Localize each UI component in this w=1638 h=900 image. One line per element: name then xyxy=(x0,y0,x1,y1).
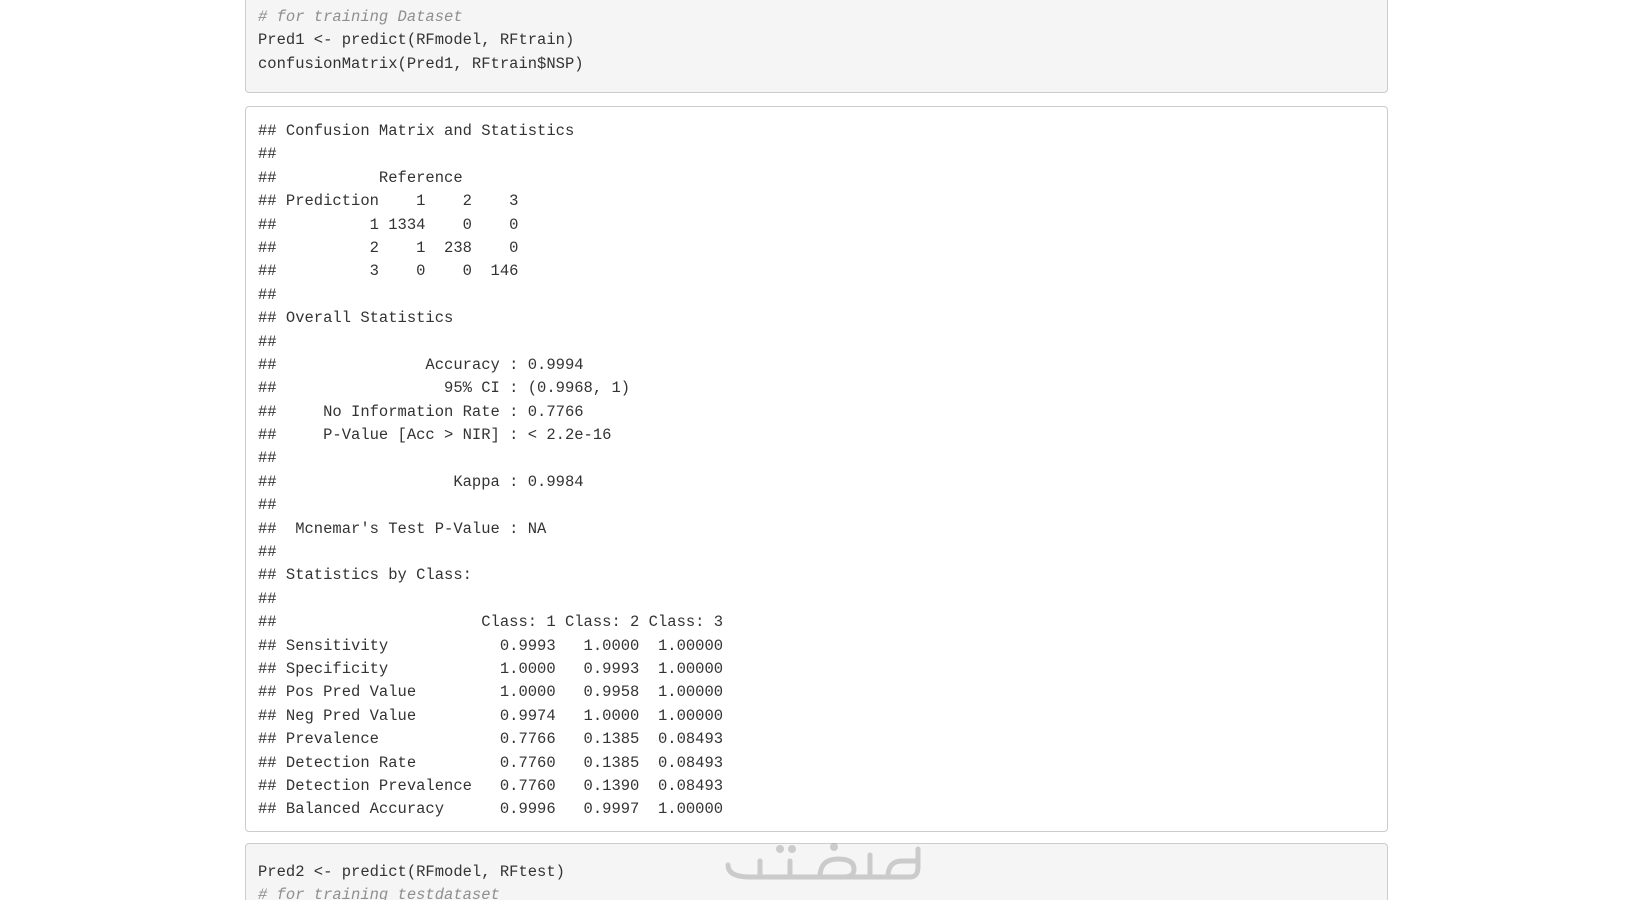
output-line: ## xyxy=(258,332,677,351)
output-line: ## xyxy=(258,285,286,304)
code-line: confusionMatrix(Pred1, RFtrain$NSP) xyxy=(258,54,584,73)
output-line: ## xyxy=(258,589,286,608)
output-line: ## Detection Prevalence 0.7760 0.1390 0.… xyxy=(258,776,724,795)
output-line: ## Confusion Matrix and Statistics xyxy=(258,122,575,140)
output-line: ## Sensitivity 0.9993 1.0000 1.00000 xyxy=(258,636,724,655)
output-line: ## Mcnemar's Test P-Value : NA xyxy=(258,519,677,538)
output-line: ## xyxy=(258,145,286,164)
output-block-confusion-matrix: ## Confusion Matrix and Statistics ## ## … xyxy=(245,106,1388,832)
output-line: ## 2 1 238 0 xyxy=(258,238,519,257)
code-block-predict-train: # for training Dataset Pred1 <- predict(… xyxy=(245,0,1388,93)
code-comment: # for training testdataset xyxy=(258,886,500,900)
output-line: ## xyxy=(258,496,677,515)
output-line: ## Balanced Accuracy 0.9996 0.9997 1.000… xyxy=(258,800,724,819)
output-line: ## Detection Rate 0.7760 0.1385 0.08493 xyxy=(258,753,724,772)
output-line: ## Prediction 1 2 3 xyxy=(258,192,519,211)
output-line: ## Neg Pred Value 0.9974 1.0000 1.00000 xyxy=(258,706,724,725)
output-line: ## Statistics by Class: xyxy=(258,566,472,585)
output-line: ## Specificity 1.0000 0.9993 1.00000 xyxy=(258,659,724,678)
output-line: ## xyxy=(258,449,677,468)
watermark-logo xyxy=(725,843,921,880)
output-line: ## P-Value [Acc > NIR] : < 2.2e-16 xyxy=(258,426,677,445)
output-line: ## Pos Pred Value 1.0000 0.9958 1.00000 xyxy=(258,683,724,702)
output-line: ## Kappa : 0.9984 xyxy=(258,472,677,491)
output-line: ## Class: 1 Class: 2 Class: 3 xyxy=(258,613,724,632)
code-comment: # for training Dataset xyxy=(258,8,463,26)
output-line: ## Accuracy : 0.9994 xyxy=(258,355,677,374)
output-line: ## Reference xyxy=(258,168,463,187)
output-line: ## 95% CI : (0.9968, 1) xyxy=(258,379,677,398)
output-line: ## 3 0 0 146 xyxy=(258,262,519,281)
page: # for training Dataset Pred1 <- predict(… xyxy=(0,0,1638,900)
output-line: ## No Information Rate : 0.7766 xyxy=(258,402,677,421)
output-line: ## xyxy=(258,543,286,562)
output-line: ## 1 1334 0 0 xyxy=(258,215,519,234)
output-line: ## Overall Statistics xyxy=(258,309,454,328)
code-line: Pred1 <- predict(RFmodel, RFtrain) xyxy=(258,31,575,50)
output-line: ## Prevalence 0.7766 0.1385 0.08493 xyxy=(258,730,724,749)
